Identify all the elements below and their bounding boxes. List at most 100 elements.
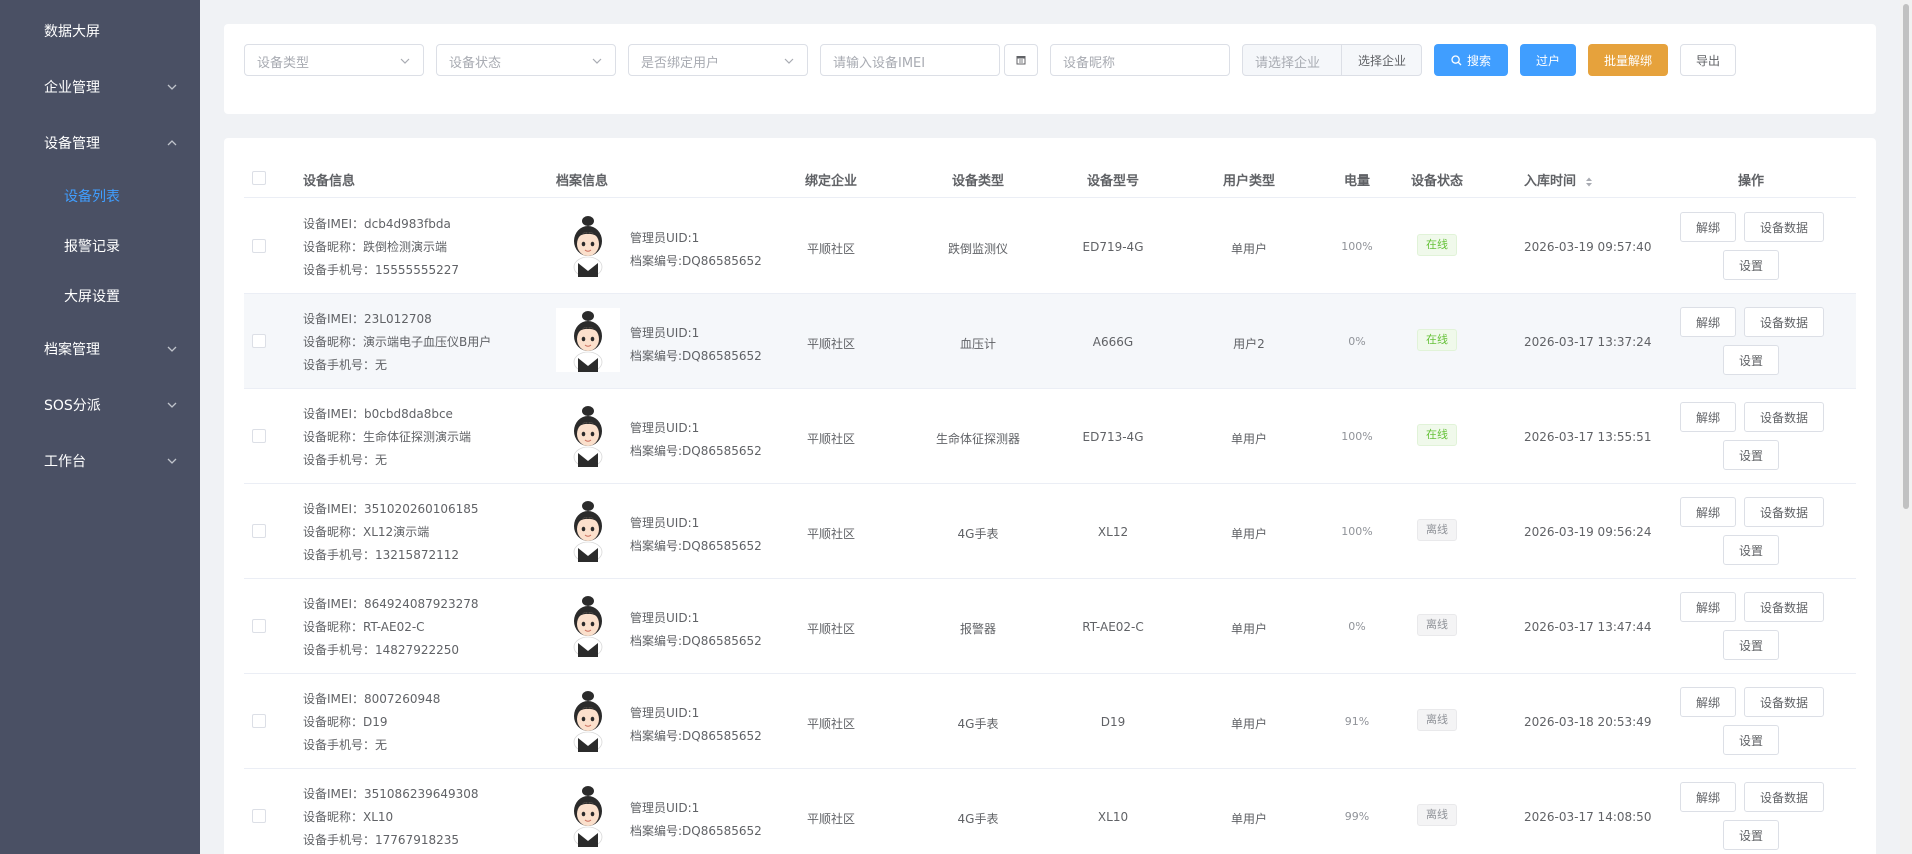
transfer-button[interactable]: 过户 bbox=[1520, 44, 1576, 76]
batch-unbind-button[interactable]: 批量解绑 bbox=[1588, 44, 1668, 76]
search-label: 搜索 bbox=[1466, 53, 1491, 68]
menu-label: 企业管理 bbox=[44, 80, 100, 96]
unbind-button[interactable]: 解绑 bbox=[1680, 687, 1736, 717]
admin-uid: 管理员UID:1 bbox=[630, 516, 700, 530]
page-scrollbar[interactable] bbox=[1900, 0, 1912, 854]
menu-label: 设备列表 bbox=[64, 189, 120, 205]
device-imei: 设备IMEI：b0cbd8da8bce bbox=[303, 407, 453, 421]
calendar-button[interactable] bbox=[1004, 44, 1038, 76]
row-checkbox[interactable] bbox=[252, 619, 266, 633]
menu-item-enterprise-management[interactable]: 企业管理 bbox=[0, 67, 200, 107]
device-phone: 设备手机号：无 bbox=[303, 738, 388, 752]
device-data-button[interactable]: 设备数据 bbox=[1744, 402, 1824, 432]
device-imei: 设备IMEI：23L012708 bbox=[303, 312, 432, 326]
settings-button[interactable]: 设置 bbox=[1723, 630, 1779, 660]
settings-button[interactable]: 设置 bbox=[1723, 535, 1779, 565]
menu-item-data-screen[interactable]: 数据大屏 bbox=[0, 11, 200, 51]
menu-label: SOS分派 bbox=[44, 398, 101, 414]
imei-input[interactable]: 请输入设备IMEI bbox=[820, 44, 1000, 76]
avatar bbox=[556, 498, 620, 562]
chevron-down-icon bbox=[166, 455, 178, 467]
header-archive-info: 档案信息 bbox=[556, 174, 609, 189]
search-button[interactable]: 搜索 bbox=[1434, 44, 1508, 76]
row-checkbox[interactable] bbox=[252, 524, 266, 538]
storage-time: 2026-03-17 13:37:24 bbox=[1524, 335, 1652, 349]
admin-uid: 管理员UID:1 bbox=[630, 326, 700, 340]
settings-button[interactable]: 设置 bbox=[1723, 250, 1779, 280]
avatar bbox=[556, 593, 620, 657]
bound-enterprise: 平顺社区 bbox=[806, 812, 856, 826]
bound-enterprise: 平顺社区 bbox=[806, 622, 856, 636]
status-badge: 离线 bbox=[1417, 709, 1457, 731]
unbind-button[interactable]: 解绑 bbox=[1680, 212, 1736, 242]
menu-item-alarm-records[interactable]: 报警记录 bbox=[0, 226, 200, 266]
table-row: 设备IMEI：b0cbd8da8bce 设备昵称：生命体征探测演示端 设备手机号… bbox=[244, 389, 1856, 484]
device-data-button[interactable]: 设备数据 bbox=[1744, 782, 1824, 812]
export-button[interactable]: 导出 bbox=[1680, 44, 1736, 76]
device-type: 报警器 bbox=[959, 622, 997, 636]
bind-user-select[interactable]: 是否绑定用户 bbox=[628, 44, 808, 76]
menu-label: 大屏设置 bbox=[64, 289, 120, 305]
select-all-checkbox[interactable] bbox=[252, 171, 266, 185]
scrollbar-thumb[interactable] bbox=[1903, 4, 1909, 509]
chevron-down-icon bbox=[166, 343, 178, 355]
unbind-button[interactable]: 解绑 bbox=[1680, 497, 1736, 527]
storage-time: 2026-03-17 13:47:44 bbox=[1524, 620, 1652, 634]
user-type: 单用户 bbox=[1230, 717, 1268, 731]
settings-button[interactable]: 设置 bbox=[1723, 345, 1779, 375]
admin-uid: 管理员UID:1 bbox=[630, 706, 700, 720]
device-data-button[interactable]: 设备数据 bbox=[1744, 592, 1824, 622]
menu-item-sos-dispatch[interactable]: SOS分派 bbox=[0, 385, 200, 425]
row-checkbox[interactable] bbox=[252, 239, 266, 253]
avatar bbox=[556, 213, 620, 277]
row-checkbox[interactable] bbox=[252, 809, 266, 823]
battery-level: 0% bbox=[1348, 335, 1366, 348]
batch-unbind-label: 批量解绑 bbox=[1603, 53, 1652, 68]
nickname-input[interactable]: 设备昵称 bbox=[1050, 44, 1230, 76]
archive-number: 档案编号:DQ86585652 bbox=[630, 444, 762, 458]
device-imei: 设备IMEI：351020260106185 bbox=[303, 502, 479, 516]
placeholder: 是否绑定用户 bbox=[641, 56, 720, 71]
archive-number: 档案编号:DQ86585652 bbox=[630, 634, 762, 648]
unbind-button[interactable]: 解绑 bbox=[1680, 592, 1736, 622]
unbind-button[interactable]: 解绑 bbox=[1680, 307, 1736, 337]
device-model: XL12 bbox=[1097, 525, 1129, 539]
select-enterprise-button[interactable]: 选择企业 bbox=[1341, 45, 1422, 75]
menu-item-screen-settings[interactable]: 大屏设置 bbox=[0, 276, 200, 316]
device-data-button[interactable]: 设备数据 bbox=[1744, 497, 1824, 527]
row-checkbox[interactable] bbox=[252, 334, 266, 348]
user-type: 单用户 bbox=[1230, 527, 1268, 541]
unbind-button[interactable]: 解绑 bbox=[1680, 402, 1736, 432]
device-model: D19 bbox=[1100, 715, 1126, 729]
storage-time: 2026-03-17 13:55:51 bbox=[1524, 430, 1652, 444]
device-type-select[interactable]: 设备类型 bbox=[244, 44, 424, 76]
unbind-button[interactable]: 解绑 bbox=[1680, 782, 1736, 812]
device-nickname: 设备昵称：RT-AE02-C bbox=[303, 620, 425, 634]
menu-item-archive-management[interactable]: 档案管理 bbox=[0, 329, 200, 369]
table-row: 设备IMEI：23L012708 设备昵称：演示端电子血压仪B用户 设备手机号：… bbox=[244, 294, 1856, 389]
header-battery: 电量 bbox=[1343, 174, 1371, 189]
row-checkbox[interactable] bbox=[252, 429, 266, 443]
settings-button[interactable]: 设置 bbox=[1723, 820, 1779, 850]
device-table: 设备信息 档案信息 绑定企业 设备类型 设备型号 用户类型 电量 设备状态 入库… bbox=[224, 138, 1876, 854]
user-type: 单用户 bbox=[1230, 242, 1268, 256]
chevron-down-icon bbox=[399, 55, 411, 67]
menu-item-workbench[interactable]: 工作台 bbox=[0, 441, 200, 481]
row-checkbox[interactable] bbox=[252, 714, 266, 728]
device-data-button[interactable]: 设备数据 bbox=[1744, 212, 1824, 242]
enterprise-picker[interactable]: 请选择企业 选择企业 bbox=[1242, 44, 1422, 76]
device-model: RT-AE02-C bbox=[1082, 620, 1144, 634]
device-status-select[interactable]: 设备状态 bbox=[436, 44, 616, 76]
device-model: ED713-4G bbox=[1082, 430, 1144, 444]
device-data-button[interactable]: 设备数据 bbox=[1744, 307, 1824, 337]
settings-button[interactable]: 设置 bbox=[1723, 725, 1779, 755]
header-storage-time[interactable]: 入库时间 bbox=[1524, 170, 1593, 189]
menu-item-device-management[interactable]: 设备管理 bbox=[0, 123, 200, 163]
device-model: ED719-4G bbox=[1082, 240, 1144, 254]
menu-item-device-list[interactable]: 设备列表 bbox=[0, 176, 200, 216]
storage-time: 2026-03-18 20:53:49 bbox=[1524, 715, 1652, 729]
status-badge: 离线 bbox=[1417, 804, 1457, 826]
admin-uid: 管理员UID:1 bbox=[630, 611, 700, 625]
settings-button[interactable]: 设置 bbox=[1723, 440, 1779, 470]
device-data-button[interactable]: 设备数据 bbox=[1744, 687, 1824, 717]
